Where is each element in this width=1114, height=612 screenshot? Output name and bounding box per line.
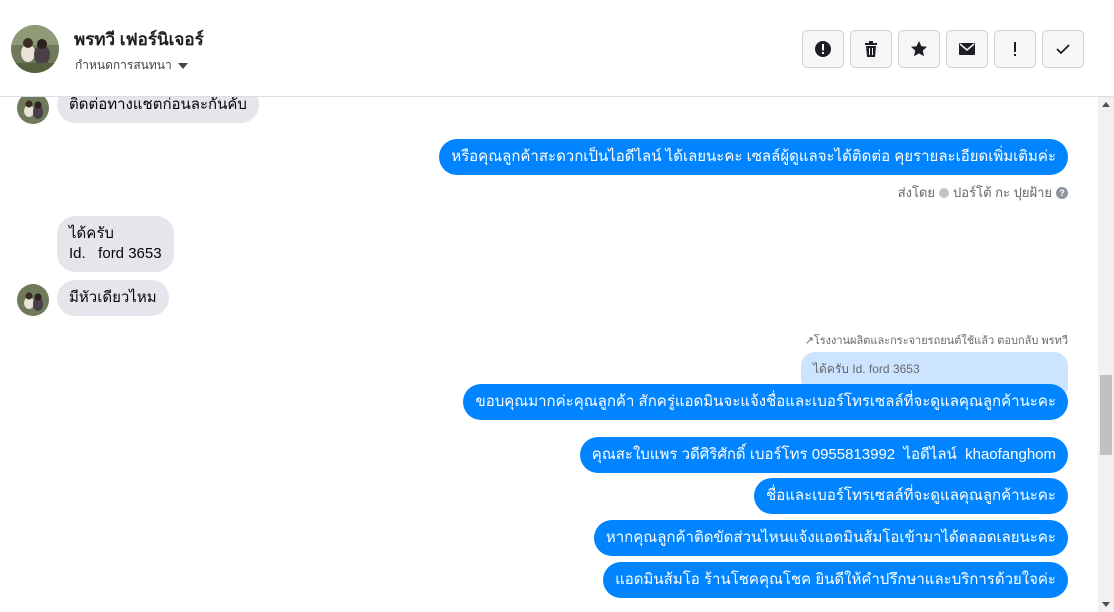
contact-name[interactable]: พรทวี เฟอร์นิเจอร์ [74,26,204,53]
trash-icon [865,41,877,57]
alert-circle-icon [815,41,831,57]
sender-avatar[interactable] [17,97,49,124]
sent-by-prefix: ส่งโดย [897,185,936,200]
contact-avatar[interactable] [11,25,59,73]
conversation-header: พรทวี เฟอร์นิเจอร์ กำหนดการสนทนา [0,0,1114,97]
scroll-thumb[interactable] [1100,375,1112,455]
report-button[interactable] [802,30,844,68]
scroll-down-arrow-icon[interactable] [1102,602,1110,607]
chevron-down-icon [177,62,188,69]
outgoing-message[interactable]: ชื่อและเบอร์โทรเซลล์ที่จะดูแลคุณลูกค้านะ… [754,478,1068,514]
sent-by-name: ปอร์โต้ กะ ปุยฝ้าย [953,185,1052,200]
reply-label-text: โรงงานผลิตและกระจายรถยนต์ใช้แล้ว ตอบกลับ… [813,335,1068,347]
scrollbar[interactable] [1098,97,1114,612]
important-button[interactable] [994,30,1036,68]
envelope-icon [959,43,975,55]
reply-arrow-icon: ↗ [804,335,814,347]
incoming-message[interactable]: ติดต่อทางแชตก่อนละกันคับ [57,97,259,123]
conversation-toolbar [802,30,1084,68]
outgoing-message[interactable]: หรือคุณลูกค้าสะดวกเป็นไอดีไลน์ ได้เลยนะค… [439,139,1068,175]
sender-avatar[interactable] [17,284,49,316]
messenger-conversation: พรทวี เฟอร์นิเจอร์ กำหนดการสนทนา ติดต่อท… [0,0,1114,612]
message-line: Id. ford 3653 [69,245,162,262]
outgoing-message[interactable]: ขอบคุณมากค่ะคุณลูกค้า สักครู่แอดมินจะแจ้… [463,384,1068,420]
checkmark-icon [1056,44,1070,55]
incoming-message[interactable]: มีหัวเดียวไหม [57,280,169,316]
verified-dot-icon [939,187,950,198]
delete-button[interactable] [850,30,892,68]
mark-done-button[interactable] [1042,30,1084,68]
scroll-up-arrow-icon[interactable] [1102,102,1110,107]
outgoing-message[interactable]: หากคุณลูกค้าติดขัดส่วนไหนแจ้งแอดมินส้มโอ… [593,520,1068,556]
star-icon [911,41,927,57]
reply-context: ↗โรงงานผลิตและกระจายรถยนต์ใช้แล้ว ตอบกลั… [805,331,1068,349]
help-icon[interactable]: ? [1056,186,1068,199]
exclamation-icon [1014,42,1016,56]
message-thread[interactable]: ติดต่อทางแชตก่อนละกันคับ หรือคุณลูกค้าสะ… [0,97,1098,612]
sent-by-info: ส่งโดย ปอร์โต้ กะ ปุยฝ้าย ? [898,182,1068,203]
message-line: ได้ครับ [69,225,114,242]
incoming-message[interactable]: ได้ครับ Id. ford 3653 [57,216,174,272]
outgoing-message[interactable]: คุณสะใบแพร วดีศิริศักดิ์ เบอร์โทร 095581… [579,437,1068,473]
mark-unread-button[interactable] [946,30,988,68]
conversation-settings-dropdown[interactable]: กำหนดการสนทนา [75,56,188,75]
star-button[interactable] [898,30,940,68]
outgoing-message[interactable]: แอดมินส้มโอ ร้านโชคคุณโชค ยินดีให้คำปรึก… [603,562,1068,598]
conversation-settings-label: กำหนดการสนทนา [75,58,172,72]
